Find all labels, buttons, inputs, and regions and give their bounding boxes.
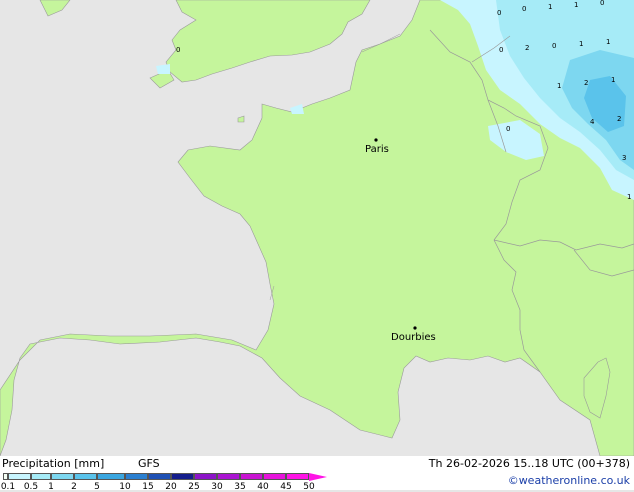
color-scale-tick: 25 xyxy=(188,482,200,492)
city-marker xyxy=(374,138,378,142)
precip-value: 0 xyxy=(552,42,556,50)
precipitation-map: 0 0 1 1 0 0 2 0 1 1 1 2 1 4 2 0 3 1 0 Pa… xyxy=(0,0,634,457)
color-swatch xyxy=(51,473,74,480)
color-swatch xyxy=(171,473,194,480)
forecast-datetime: Th 26-02-2026 15..18 UTC (00+378) xyxy=(428,457,630,470)
color-swatch xyxy=(217,473,240,480)
color-scale-tick: 0.5 xyxy=(23,482,39,492)
precip-value: 1 xyxy=(574,1,578,9)
precip-value: 2 xyxy=(584,79,588,87)
legend-bar: Precipitation [mm] GFS Th 26-02-2026 15.… xyxy=(0,456,634,492)
color-swatch xyxy=(263,473,286,480)
color-swatch xyxy=(97,473,125,480)
city-marker xyxy=(413,326,417,330)
color-swatch xyxy=(240,473,263,480)
precip-value: 4 xyxy=(590,118,595,126)
precip-value: 2 xyxy=(525,44,529,52)
precip-value: 1 xyxy=(611,76,615,84)
precip-value: 0 xyxy=(497,9,501,17)
precip-value: 1 xyxy=(548,3,552,11)
precip-value: 0 xyxy=(506,125,510,133)
color-scale-tick: 15 xyxy=(142,482,154,492)
color-scale-tick: 5 xyxy=(94,482,100,492)
color-swatch xyxy=(125,473,148,480)
color-scale-tick: 50 xyxy=(303,482,315,492)
precip-value: 1 xyxy=(627,193,631,201)
color-scale-tick: 2 xyxy=(71,482,77,492)
precip-value: 0 xyxy=(176,46,180,54)
credit-text: ©weatheronline.co.uk xyxy=(507,474,630,487)
color-swatch xyxy=(74,473,97,480)
color-scale-tick: 0.1 xyxy=(0,482,16,492)
precip-value: 0 xyxy=(499,46,503,54)
color-scale-tick: 35 xyxy=(234,482,246,492)
color-swatch xyxy=(8,473,31,480)
precip-value: 2 xyxy=(617,115,621,123)
color-scale-tick: 1 xyxy=(48,482,54,492)
color-swatch xyxy=(194,473,217,480)
model-name: GFS xyxy=(138,457,160,470)
color-scale-tick: 20 xyxy=(165,482,177,492)
color-scale-tick: 10 xyxy=(119,482,131,492)
color-scale-tick: 30 xyxy=(211,482,223,492)
precip-value: 1 xyxy=(579,40,583,48)
color-swatch xyxy=(286,473,309,480)
color-swatch xyxy=(148,473,171,480)
precip-value: 1 xyxy=(606,38,610,46)
color-scale-arrow xyxy=(309,473,327,481)
color-scale-tick: 45 xyxy=(280,482,292,492)
city-label: Paris xyxy=(365,144,389,155)
city-label: Dourbies xyxy=(391,332,436,343)
precip-value: 3 xyxy=(622,154,626,162)
precip-value: 1 xyxy=(557,82,561,90)
precip-value: 0 xyxy=(522,5,526,13)
color-scale-tick: 40 xyxy=(257,482,269,492)
color-swatch xyxy=(31,473,51,480)
precip-value: 0 xyxy=(600,0,604,7)
legend-title: Precipitation [mm] xyxy=(2,457,105,470)
